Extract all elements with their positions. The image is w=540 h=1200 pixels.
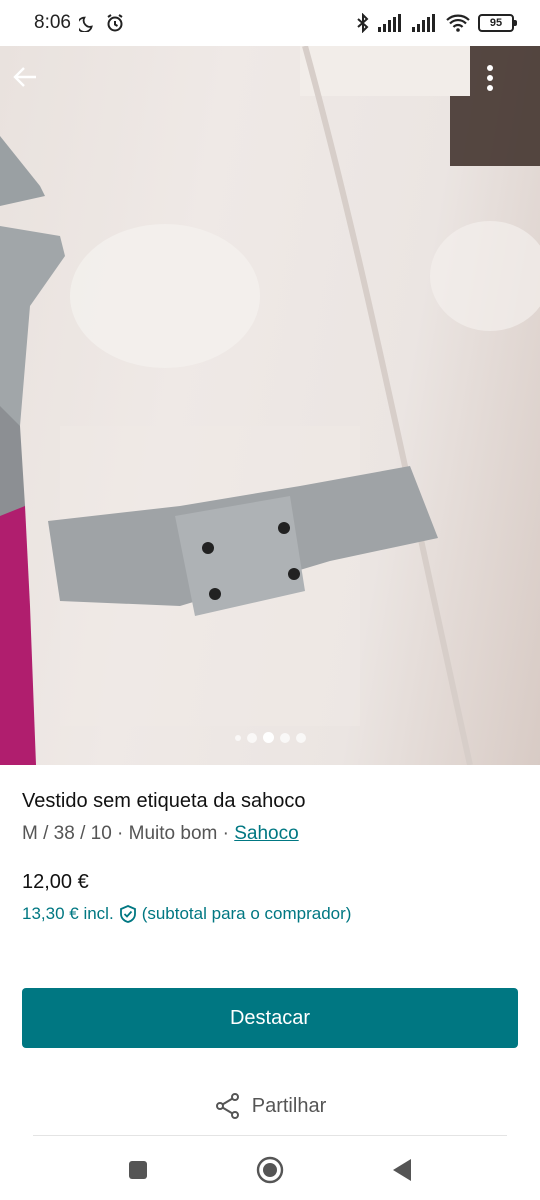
alarm-icon xyxy=(105,13,125,33)
brand-link[interactable]: Sahoco xyxy=(234,823,298,844)
more-options-button[interactable] xyxy=(486,64,526,104)
page-dot-active[interactable] xyxy=(262,732,274,743)
price-incl: 13,30 € incl. xyxy=(22,904,114,923)
system-back-button[interactable] xyxy=(382,1150,422,1190)
status-bar: 8:06 95 xyxy=(0,0,540,46)
highlight-button[interactable]: Destacar xyxy=(22,988,518,1048)
page-dot[interactable] xyxy=(234,734,241,741)
system-nav-bar xyxy=(0,1140,540,1200)
square-icon xyxy=(129,1161,147,1179)
more-vertical-icon xyxy=(487,65,493,91)
shield-check-icon xyxy=(119,905,136,923)
moon-icon xyxy=(78,14,97,32)
product-photo[interactable] xyxy=(0,46,540,765)
photo-pagination xyxy=(0,732,540,743)
divider xyxy=(33,1135,507,1136)
page-dot[interactable] xyxy=(295,732,306,743)
listing-meta: M / 38 / 10 · Muito bom · Sahoco xyxy=(22,823,518,845)
recents-button[interactable] xyxy=(118,1150,158,1190)
highlight-label: Destacar xyxy=(229,1006,311,1029)
page-dot[interactable] xyxy=(279,732,290,743)
arrow-left-icon xyxy=(13,67,36,87)
wifi-icon xyxy=(446,14,470,32)
photo-illustration xyxy=(0,46,540,765)
signal-icon-2 xyxy=(412,14,438,32)
triangle-back-icon xyxy=(393,1159,411,1181)
share-icon xyxy=(215,1093,239,1119)
status-time: 8:06 xyxy=(34,12,71,33)
page-dot[interactable] xyxy=(246,732,257,743)
signal-icon xyxy=(378,14,404,32)
share-button[interactable]: Partilhar xyxy=(0,1092,540,1120)
battery-icon: 95 xyxy=(478,14,517,32)
listing-size-condition: M / 38 / 10 · Muito bom · xyxy=(22,823,235,844)
home-circle-icon xyxy=(256,1156,284,1184)
home-button[interactable] xyxy=(250,1150,290,1190)
listing-price: 12,00 € xyxy=(22,871,89,893)
listing-title: Vestido sem etiqueta da sahoco xyxy=(22,790,306,812)
bluetooth-icon xyxy=(356,13,370,33)
share-label: Partilhar xyxy=(251,1094,327,1117)
back-button[interactable] xyxy=(12,64,52,104)
price-note: (subtotal para o comprador) xyxy=(141,904,352,923)
price-incl-row[interactable]: 13,30 € incl. (subtotal para o comprador… xyxy=(22,904,518,924)
listing-details: Vestido sem etiqueta da sahoco M / 38 / … xyxy=(22,790,518,924)
